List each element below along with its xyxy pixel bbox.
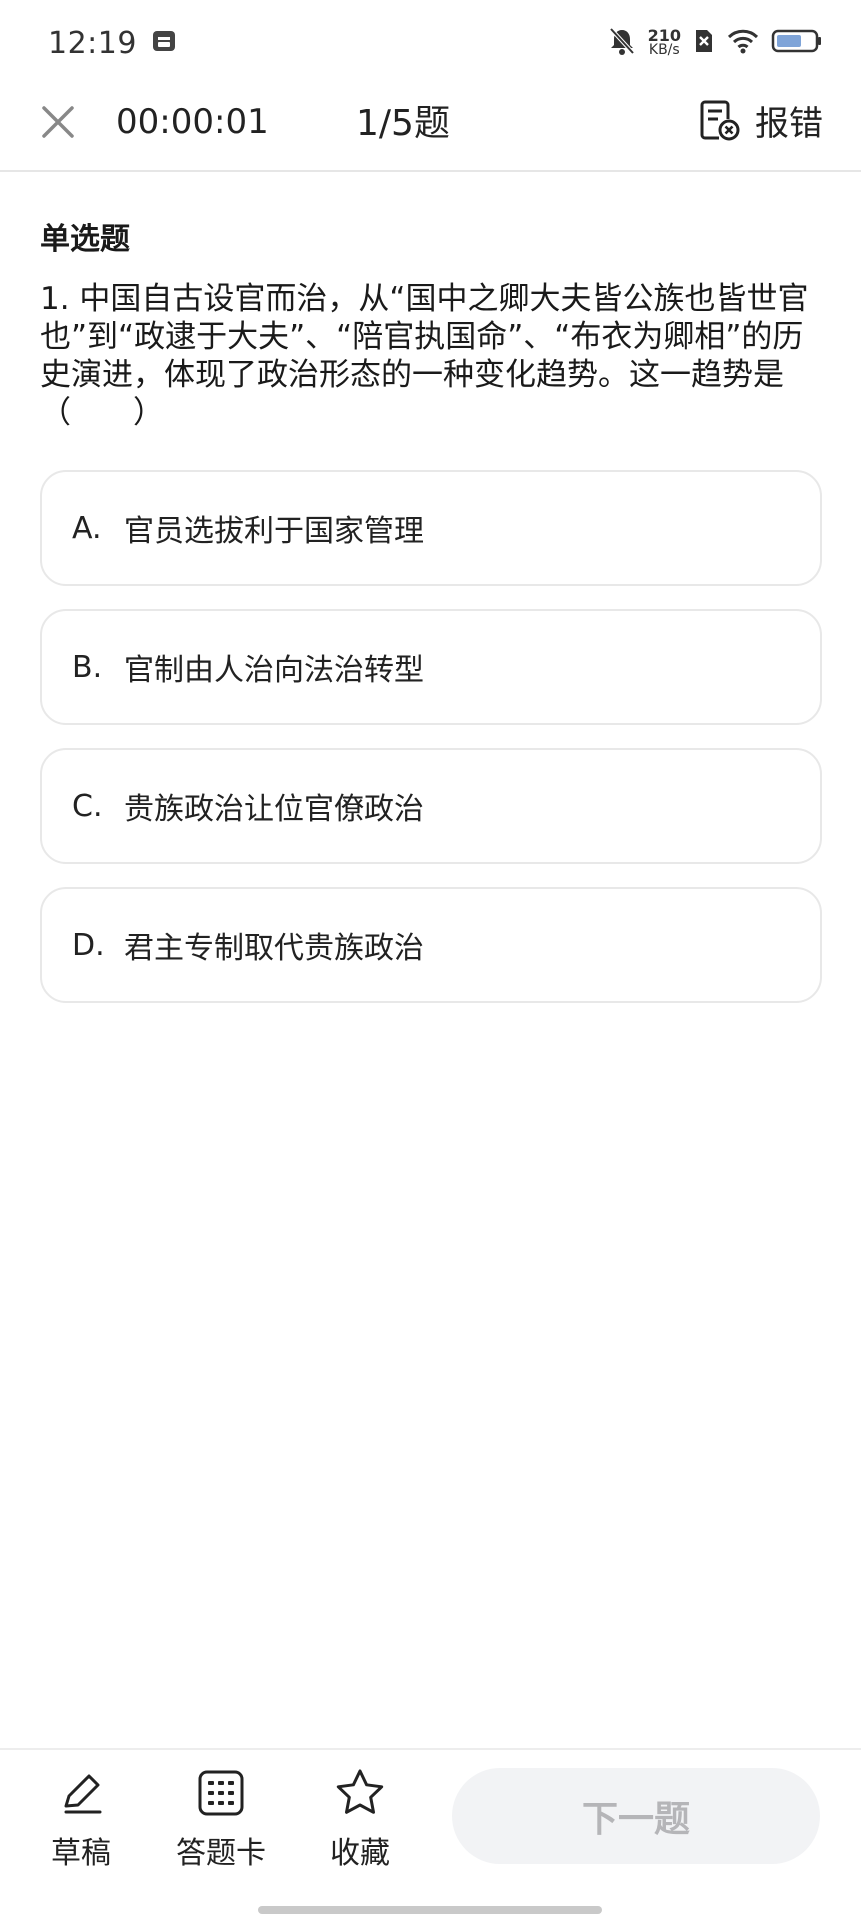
option-letter: A. xyxy=(72,510,102,546)
network-speed: 210 KB/s xyxy=(647,26,681,58)
option-text: 官员选拔利于国家管理 xyxy=(124,514,424,549)
report-label: 报错 xyxy=(755,103,823,144)
status-bar: 12:19 210 KB/s xyxy=(0,0,861,86)
option-letter: C. xyxy=(72,788,103,824)
elapsed-timer: 00:00:01 xyxy=(116,102,269,142)
wifi-icon xyxy=(727,28,759,58)
option-letter: D. xyxy=(72,927,105,963)
option-text: 贵族政治让位官僚政治 xyxy=(124,792,424,827)
battery-icon xyxy=(771,28,823,58)
close-button[interactable] xyxy=(36,100,80,144)
draft-button[interactable]: 草稿 xyxy=(26,1764,136,1872)
option-d[interactable]: D. 君主专制取代贵族政治 xyxy=(40,887,822,1003)
option-text: 官制由人治向法治转型 xyxy=(124,653,424,688)
notification-app-icon xyxy=(151,28,177,58)
report-error-button[interactable]: 报错 xyxy=(699,92,823,148)
option-text: 君主专制取代贵族政治 xyxy=(124,931,424,966)
option-b[interactable]: B. 官制由人治向法治转型 xyxy=(40,609,822,725)
bell-muted-icon xyxy=(608,26,636,60)
option-c[interactable]: C. 贵族政治让位官僚政治 xyxy=(40,748,822,864)
home-indicator[interactable] xyxy=(258,1906,602,1914)
next-question-button[interactable]: 下一题 xyxy=(452,1768,820,1864)
question-type-label: 单选题 xyxy=(40,222,130,257)
header: 00:00:01 1/5题 报错 xyxy=(0,86,861,172)
question-progress: 1/5题 xyxy=(356,103,450,144)
answer-card-button[interactable]: 答题卡 xyxy=(166,1764,276,1872)
close-icon xyxy=(42,106,74,138)
grid-card-icon xyxy=(196,1764,246,1822)
answer-card-label: 答题卡 xyxy=(176,1836,266,1871)
option-a[interactable]: A. 官员选拔利于国家管理 xyxy=(40,470,822,586)
pencil-icon xyxy=(56,1764,106,1822)
favorite-label: 收藏 xyxy=(330,1836,390,1871)
status-time: 12:19 xyxy=(48,25,137,61)
bottom-divider xyxy=(0,1748,861,1750)
sim-disabled-icon xyxy=(693,28,715,58)
report-document-icon xyxy=(700,100,740,141)
favorite-button[interactable]: 收藏 xyxy=(305,1764,415,1872)
question-text: 1. 中国自古设官而治，从“国中之卿大夫皆公族也皆世官也”到“政逮于大夫”、“陪… xyxy=(40,281,809,431)
star-icon xyxy=(334,1764,386,1822)
draft-label: 草稿 xyxy=(51,1836,111,1871)
option-letter: B. xyxy=(72,649,103,685)
